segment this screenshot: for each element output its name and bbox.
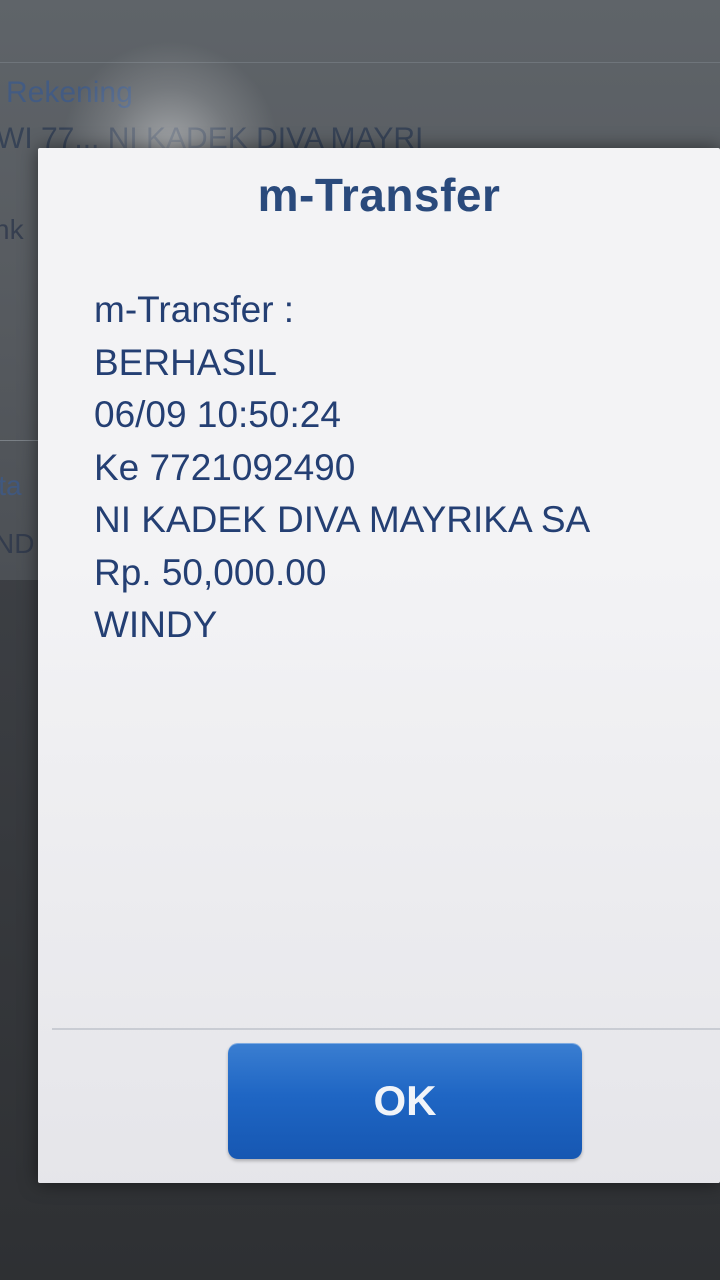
message-line-destination-account: Ke 7721092490 xyxy=(94,446,356,488)
message-line-recipient-name: NI KADEK DIVA MAYRIKA SA xyxy=(94,499,591,540)
dialog-divider xyxy=(52,1028,720,1030)
background-fragment: nk xyxy=(0,214,24,245)
background-fragment: ND xyxy=(0,528,35,559)
message-line-header: m-Transfer : xyxy=(94,289,295,330)
dialog-message: m-Transfer : BERHASIL 06/09 10:50:24 Ke … xyxy=(94,284,704,652)
background-fragment: ita xyxy=(0,470,22,501)
message-line-datetime: 06/09 10:50:24 xyxy=(94,394,341,435)
message-line-status: BERHASIL xyxy=(94,341,278,383)
dialog-title: m-Transfer xyxy=(257,169,501,221)
message-line-note: WINDY xyxy=(94,604,218,645)
transfer-result-dialog: m-Transfer m-Transfer : BERHASIL 06/09 1… xyxy=(38,148,720,1183)
message-line-amount: Rp. 50,000.00 xyxy=(94,551,327,593)
ok-button[interactable]: OK xyxy=(228,1043,582,1159)
